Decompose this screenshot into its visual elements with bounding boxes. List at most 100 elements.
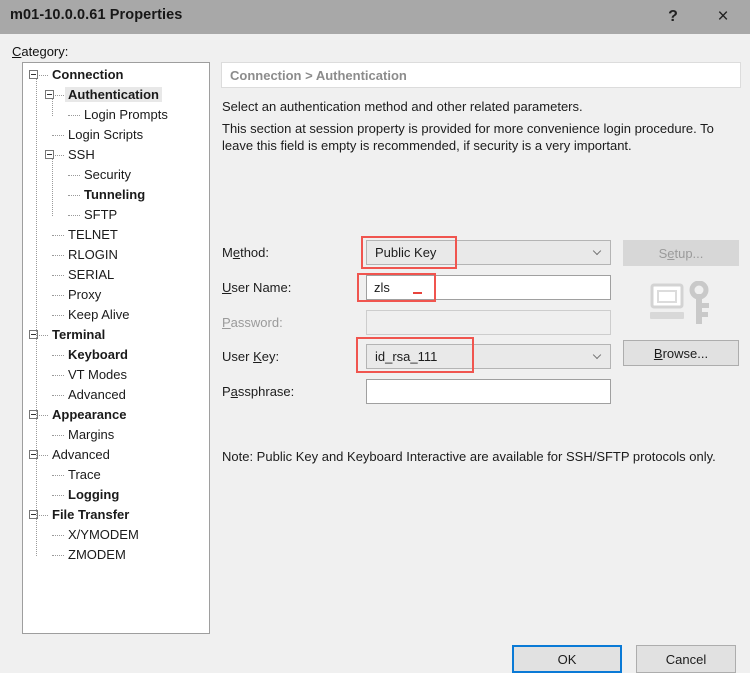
tree-item-margins[interactable]: Margins xyxy=(65,425,117,445)
user-key-label-pre: User xyxy=(222,349,254,364)
tree-item-trace[interactable]: Trace xyxy=(65,465,104,485)
dialog-body: Category: Connection Authentication Login … xyxy=(0,34,750,673)
close-icon[interactable]: × xyxy=(700,0,746,34)
tree-connector xyxy=(52,295,64,297)
tree-item-label: SSH xyxy=(68,147,95,162)
tree-item-label: Login Scripts xyxy=(68,127,144,142)
browse-label-mnemonic: B xyxy=(653,345,663,361)
tree-item-logging[interactable]: Logging xyxy=(65,485,122,505)
description-line-2: This section at session property is prov… xyxy=(222,121,714,153)
tree-item-label: Authentication xyxy=(65,87,162,102)
category-label-mnemonic: C xyxy=(12,44,22,59)
tree-connector xyxy=(52,355,64,357)
tree-connector xyxy=(52,495,64,497)
user-name-input[interactable]: zls xyxy=(366,275,611,300)
window-title: m01-10.0.0.61 Properties xyxy=(10,7,183,23)
setup-label-mnemonic: e xyxy=(667,245,675,261)
tree-connector xyxy=(52,235,64,237)
tree-item-label: Keyboard xyxy=(68,347,128,362)
method-value: Public Key xyxy=(375,245,437,260)
tree-connector xyxy=(68,175,80,177)
tree-item-sftp[interactable]: SFTP xyxy=(81,205,120,225)
passphrase-label-mnemonic: a xyxy=(230,384,238,399)
tree-item-terminal[interactable]: Terminal xyxy=(49,325,108,345)
user-key-label-mnemonic: K xyxy=(253,349,262,364)
tree-item-keyboard[interactable]: Keyboard xyxy=(65,345,131,365)
user-key-select[interactable]: id_rsa_111 xyxy=(366,344,611,369)
user-name-label-mnemonic: U xyxy=(222,280,232,295)
tree-item-label: Advanced xyxy=(68,387,126,402)
tree-item-label: VT Modes xyxy=(68,367,128,382)
breadcrumb-text: Connection > Authentication xyxy=(230,68,407,83)
tree-item-keep-alive[interactable]: Keep Alive xyxy=(65,305,132,325)
breadcrumb: Connection > Authentication xyxy=(221,62,741,88)
tree-item-login-scripts[interactable]: Login Scripts xyxy=(65,125,146,145)
password-input xyxy=(366,310,611,335)
cancel-button[interactable]: Cancel xyxy=(636,645,736,673)
tree-item-authentication[interactable]: Authentication xyxy=(65,85,162,105)
method-select[interactable]: Public Key xyxy=(366,240,611,265)
password-label: Password: xyxy=(222,315,283,330)
tree-connector xyxy=(52,255,64,257)
help-icon[interactable]: ? xyxy=(650,0,696,34)
user-name-label: User Name: xyxy=(222,280,291,295)
user-key-label: User Key: xyxy=(222,349,279,364)
tree-item-proxy[interactable]: Proxy xyxy=(65,285,104,305)
tree-item-tunneling[interactable]: Tunneling xyxy=(81,185,148,205)
category-label-rest: ategory: xyxy=(21,44,69,59)
method-label-pre: M xyxy=(222,245,233,260)
tree-item-rlogin[interactable]: RLOGIN xyxy=(65,245,121,265)
tree-connector xyxy=(52,275,64,277)
tree-expander-icon[interactable] xyxy=(45,90,54,99)
setup-button: Se tup... xyxy=(623,240,739,266)
tree-item-label: Logging xyxy=(68,487,120,502)
tree-connector xyxy=(68,115,80,117)
tree-expander-icon[interactable] xyxy=(45,150,54,159)
tree-item-advanced[interactable]: Advanced xyxy=(65,385,129,405)
tree-item-telnet[interactable]: TELNET xyxy=(65,225,121,245)
description-line-1: Select an authentication method and othe… xyxy=(222,99,583,114)
passphrase-label-post: ssphrase: xyxy=(237,384,295,399)
monitor-key-icon xyxy=(650,281,709,324)
tree-connector xyxy=(52,315,64,317)
tree-item-appearance[interactable]: Appearance xyxy=(49,405,129,425)
passphrase-label-pre: P xyxy=(222,384,231,399)
tree-item-label: Advanced xyxy=(52,447,110,462)
browse-button[interactable]: Browse... xyxy=(623,340,739,366)
ok-button[interactable]: OK xyxy=(512,645,622,673)
title-bar: m01-10.0.0.61 Properties ? × xyxy=(0,0,750,34)
tree-connector xyxy=(36,79,38,556)
tree-connector xyxy=(52,555,64,557)
tree-item-x-ymodem[interactable]: X/YMODEM xyxy=(65,525,142,545)
tree-item-label: Keep Alive xyxy=(68,307,130,322)
tree-item-serial[interactable]: SERIAL xyxy=(65,265,117,285)
tree-connector xyxy=(52,395,64,397)
tree-item-login-prompts[interactable]: Login Prompts xyxy=(81,105,171,125)
method-label-mnemonic: e xyxy=(232,245,241,260)
category-label: Category: xyxy=(12,44,68,59)
tree-connector xyxy=(52,475,64,477)
tree-item-advanced[interactable]: Advanced xyxy=(49,445,113,465)
tree-item-label: ZMODEM xyxy=(68,547,126,562)
user-key-label-post: ey: xyxy=(261,349,280,364)
tree-expander-icon[interactable] xyxy=(29,70,38,79)
tree-connector xyxy=(52,435,64,437)
tree-connector xyxy=(68,215,80,217)
tree-item-ssh[interactable]: SSH xyxy=(65,145,98,165)
tree-item-connection[interactable]: Connection xyxy=(49,65,127,85)
tree-item-security[interactable]: Security xyxy=(81,165,134,185)
tree-item-zmodem[interactable]: ZMODEM xyxy=(65,545,129,565)
tree-connector xyxy=(52,135,64,137)
tree-item-label: Trace xyxy=(68,467,101,482)
tree-connector xyxy=(68,195,80,197)
tree-item-label: SERIAL xyxy=(68,267,115,282)
method-label: Method: xyxy=(222,245,269,260)
passphrase-input[interactable] xyxy=(366,379,611,404)
tree-item-label: X/YMODEM xyxy=(68,527,139,542)
tree-item-file-transfer[interactable]: File Transfer xyxy=(49,505,132,525)
tree-connector xyxy=(52,159,54,216)
tree-item-label: SFTP xyxy=(84,207,118,222)
tree-item-vt-modes[interactable]: VT Modes xyxy=(65,365,130,385)
category-tree[interactable]: Connection Authentication Login Prompts Log… xyxy=(22,62,210,634)
browse-label-post: rowse... xyxy=(662,345,709,361)
